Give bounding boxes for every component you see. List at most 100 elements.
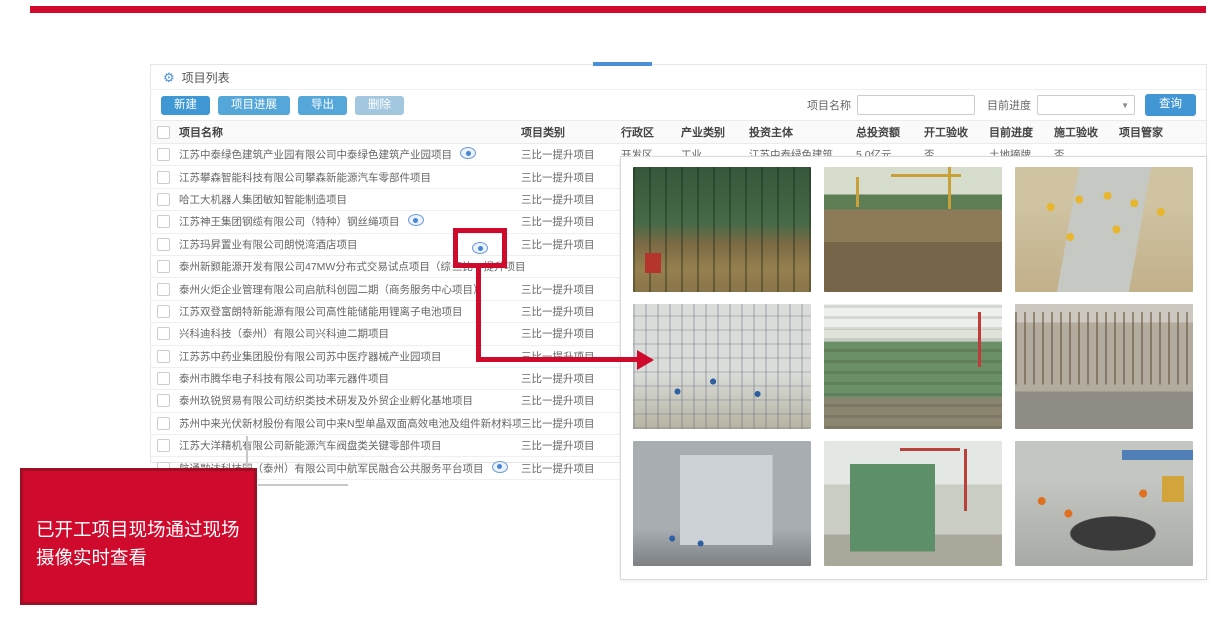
site-photo[interactable] [824,167,1002,292]
row-checkbox[interactable] [157,350,170,363]
callout-connector-vertical [246,436,248,468]
row-checkbox-cell [151,215,179,228]
row-checkbox[interactable] [157,215,170,228]
row-checkbox-cell [151,350,179,363]
view-camera-eye-icon[interactable] [492,461,508,473]
row-checkbox-cell [151,417,179,430]
site-photo[interactable] [633,167,811,292]
view-camera-eye-icon[interactable] [472,242,488,254]
column-header: 项目类别 [521,124,621,140]
row-checkbox[interactable] [157,171,170,184]
site-photo[interactable] [1015,167,1193,292]
column-header: 行政区 [621,124,681,140]
project-name-input[interactable] [857,95,975,115]
annotation-arrow-vertical [476,268,481,362]
project-name-cell: 江苏大洋精机有限公司新能源汽车阀盘类关键零部件项目 [179,438,521,453]
project-name-cell: 江苏攀森智能科技有限公司攀森新能源汽车零部件项目 [179,170,521,185]
row-checkbox[interactable] [157,327,170,340]
project-name-cell: 泰州玖锐贸易有限公司纺织类技术研发及外贸企业孵化基地项目 [179,393,521,408]
view-camera-eye-icon[interactable] [408,214,424,226]
site-photo[interactable] [1015,304,1193,429]
row-checkbox[interactable] [157,372,170,385]
eye-highlight-box [453,228,507,268]
column-header: 产业类别 [681,124,749,140]
column-header: 项目名称 [179,124,521,140]
column-header: 投资主体 [749,124,856,140]
table-cell: 三比一提升项目 [521,371,621,386]
site-photo[interactable] [824,441,1002,566]
callout-connector-horizontal [258,484,348,486]
row-checkbox-cell [151,327,179,340]
project-name-filter-label: 项目名称 [807,97,851,113]
table-cell: 三比一提升项目 [521,304,621,319]
row-checkbox-cell [151,171,179,184]
search-button[interactable]: 查询 [1145,94,1196,116]
filter-bar: 项目名称 目前进度 ▼ 查询 [807,94,1196,116]
callout-box: 已开工项目现场通过现场摄像实时查看 [20,468,257,605]
table-cell: 三比一提升项目 [521,416,621,431]
chevron-down-icon: ▼ [1121,101,1129,110]
row-checkbox[interactable] [157,417,170,430]
toolbar-button[interactable]: 新建 [161,96,210,116]
row-checkbox-cell [151,439,179,452]
tab-indicator[interactable] [593,62,652,66]
row-checkbox[interactable] [157,439,170,452]
row-checkbox[interactable] [157,148,170,161]
table-cell: 三比一提升项目 [521,393,621,408]
project-name-cell: 泰州市腾华电子科技有限公司功率元器件项目 [179,371,521,386]
header-checkbox-cell [151,126,179,139]
site-photo[interactable] [1015,441,1193,566]
table-cell: 三比一提升项目 [521,192,621,207]
row-checkbox-cell [151,394,179,407]
select-all-checkbox[interactable] [157,126,170,139]
row-checkbox[interactable] [157,283,170,296]
table-cell: 三比一提升项目 [521,461,621,476]
row-checkbox-cell [151,372,179,385]
toolbar-button[interactable]: 项目进展 [218,96,290,116]
progress-filter-label: 目前进度 [987,97,1031,113]
row-checkbox[interactable] [157,305,170,318]
table-cell: 三比一提升项目 [521,214,621,229]
table-cell: 三比一提升项目 [521,237,621,252]
site-photo[interactable] [633,304,811,429]
panel-header: ⚙ 项目列表 [151,65,1206,90]
toolbar-buttons: 新建项目进展导出删除 [161,95,412,116]
row-checkbox-cell [151,283,179,296]
table-cell: 三比一提升项目 [521,438,621,453]
column-header: 施工验收 [1054,124,1119,140]
top-red-accent-bar [30,6,1206,13]
row-checkbox-cell [151,238,179,251]
column-header: 目前进度 [989,124,1054,140]
column-header: 项目管家 [1119,124,1206,140]
row-checkbox-cell [151,148,179,161]
row-checkbox-cell [151,193,179,206]
screenshot-stage: ⚙ 项目列表 新建项目进展导出删除 项目名称 目前进度 ▼ 查询 项目名称项目类… [0,0,1232,618]
table-cell: 三比一提升项目 [521,147,621,162]
table-cell: 三比一提升项目 [521,170,621,185]
site-photo[interactable] [824,304,1002,429]
view-camera-eye-icon[interactable] [460,147,476,159]
row-checkbox[interactable] [157,394,170,407]
project-name-cell: 泰州新颢能源开发有限公司47MW分布式交易试点项目（综合智慧能源项目） [179,259,452,274]
site-photo[interactable] [633,441,811,566]
row-checkbox-cell [151,260,179,273]
row-checkbox[interactable] [157,238,170,251]
toolbar-button[interactable]: 导出 [298,96,347,116]
project-name-cell: 泰州火炬企业管理有限公司启航科创园二期（商务服务中心项目） [179,282,521,297]
project-name-cell: 江苏双登富朗特新能源有限公司高性能储能用锂离子电池项目 [179,304,521,319]
project-name-cell: 兴科迪科技（泰州）有限公司兴科迪二期项目 [179,326,521,341]
annotation-arrow-head [637,350,654,370]
row-checkbox[interactable] [157,260,170,273]
project-name-cell: 江苏中泰绿色建筑产业园有限公司中泰绿色建筑产业园项目 [179,147,521,162]
table-cell: 三比一提升项目 [521,282,621,297]
progress-select[interactable]: ▼ [1037,95,1135,115]
table-cell: 三比一提升项目 [521,326,621,341]
toolbar-button[interactable]: 删除 [355,96,404,116]
project-name-cell: 哈工大机器人集团敏知智能制造项目 [179,192,521,207]
row-checkbox-cell [151,305,179,318]
annotation-arrow-horizontal [476,357,638,362]
project-name-cell: 苏州中来光伏新材股份有限公司中来N型单晶双面高效电池及组件新材料项目 [179,416,521,431]
project-name-cell: 江苏苏中药业集团股份有限公司苏中医疗器械产业园项目 [179,349,521,364]
toolbar: 新建项目进展导出删除 项目名称 目前进度 ▼ 查询 [151,90,1206,120]
row-checkbox[interactable] [157,193,170,206]
